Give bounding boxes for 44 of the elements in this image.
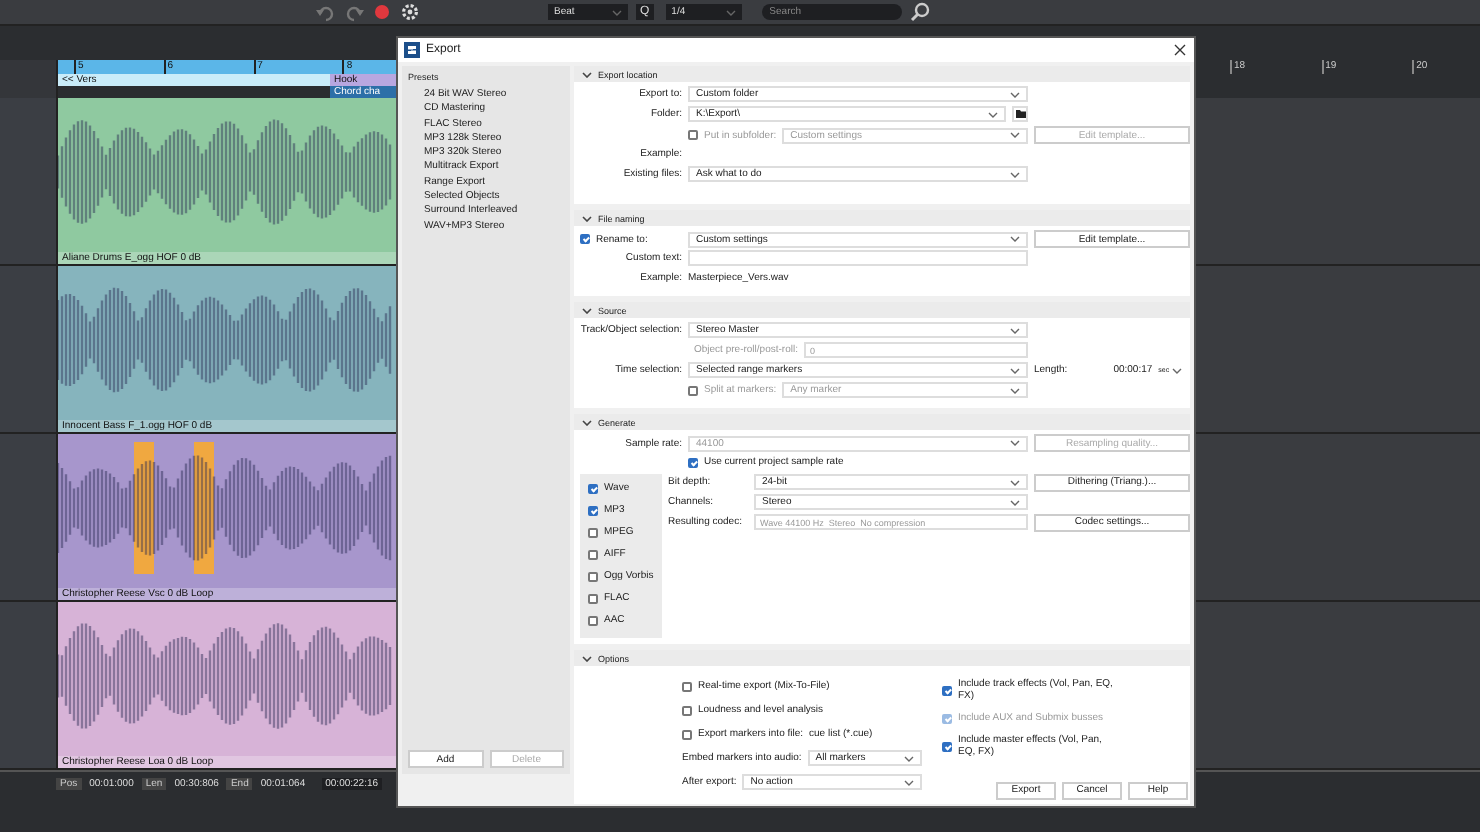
- caret-icon: [1010, 367, 1020, 373]
- caret-icon: [1010, 236, 1020, 242]
- text-field[interactable]: [688, 250, 1028, 266]
- caret-icon: [1010, 171, 1020, 177]
- chevron-icon: [582, 655, 592, 661]
- checkbox[interactable]: [588, 593, 598, 603]
- checkbox[interactable]: [588, 527, 598, 537]
- checkbox[interactable]: [682, 705, 692, 715]
- caret-icon: [612, 9, 622, 15]
- folder-icon: [1015, 110, 1025, 118]
- undo-icon: [316, 2, 336, 22]
- caret-icon: [904, 779, 914, 785]
- checkbox[interactable]: [588, 571, 598, 581]
- chevron-icon: [582, 307, 592, 313]
- caret-icon: [1010, 132, 1020, 138]
- caret-icon: [1010, 499, 1020, 505]
- checkbox[interactable]: [688, 457, 698, 467]
- caret-icon: [988, 111, 998, 117]
- close-icon: [1174, 44, 1186, 56]
- record-icon: [372, 2, 392, 22]
- checkbox[interactable]: [588, 483, 598, 493]
- checkbox[interactable]: [580, 234, 590, 244]
- gear-icon: [400, 2, 420, 22]
- search-icon: [909, 2, 930, 22]
- chevron-icon: [582, 215, 592, 221]
- caret-icon: [1171, 367, 1182, 373]
- checkbox[interactable]: [942, 741, 952, 751]
- checkbox[interactable]: [588, 549, 598, 559]
- chevron-icon: [582, 419, 592, 425]
- chevron-icon: [582, 71, 592, 77]
- caret-icon: [1010, 479, 1020, 485]
- redo-icon: [344, 2, 364, 22]
- caret-icon: [725, 9, 736, 15]
- caret-icon: [1010, 327, 1020, 333]
- caret-icon: [1010, 440, 1020, 446]
- folder-button[interactable]: [1012, 106, 1028, 122]
- checkbox[interactable]: [588, 505, 598, 515]
- caret-icon: [1010, 91, 1020, 97]
- checkbox[interactable]: [682, 681, 692, 691]
- checkbox[interactable]: [942, 685, 952, 695]
- checkbox[interactable]: [588, 615, 598, 625]
- caret-icon: [1010, 387, 1020, 393]
- caret-icon: [904, 755, 914, 761]
- checkbox[interactable]: [682, 729, 692, 739]
